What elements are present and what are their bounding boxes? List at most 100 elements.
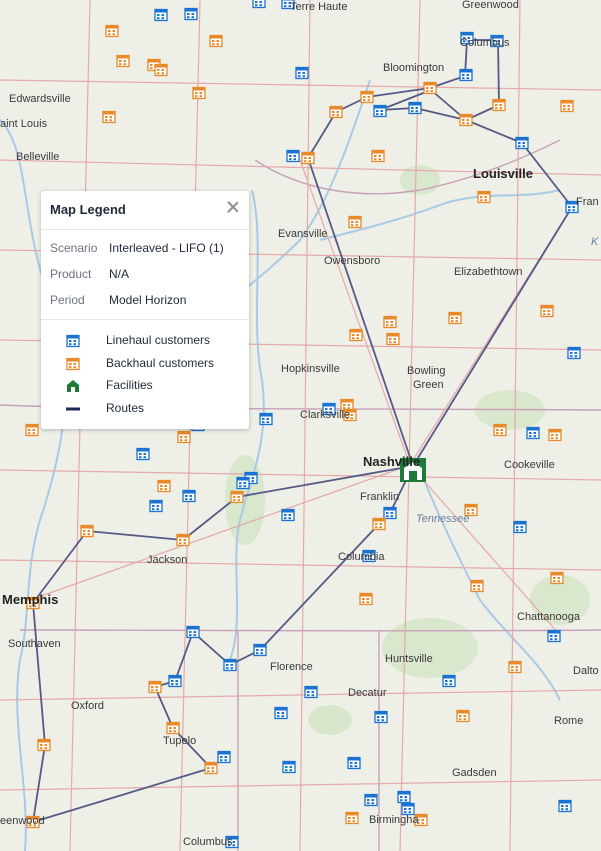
city-label: Florence (270, 661, 313, 673)
backhaul-customer-marker (493, 423, 507, 437)
legend-title: Map Legend (50, 202, 126, 217)
backhaul-customer-marker (359, 592, 373, 606)
city-label: Green (413, 379, 444, 391)
legend-product-row: Product N/A (50, 267, 129, 281)
backhaul-customer-marker (540, 304, 554, 318)
linehaul-customer-marker (515, 136, 529, 150)
legend-item-label: Linehaul customers (106, 333, 211, 347)
linehaul-customer-marker (383, 506, 397, 520)
linehaul-customer-marker (547, 629, 561, 643)
backhaul-customer-icon (66, 357, 80, 371)
backhaul-customer-marker (102, 110, 116, 124)
city-label: Terre Haute (290, 1, 347, 13)
backhaul-customer-marker (176, 533, 190, 547)
backhaul-customer-marker (204, 761, 218, 775)
backhaul-customer-marker (360, 90, 374, 104)
city-label: Huntsville (385, 653, 433, 665)
backhaul-customer-marker (166, 721, 180, 735)
linehaul-customer-marker (304, 685, 318, 699)
city-label: Clarksville (300, 409, 350, 421)
backhaul-customer-marker (550, 571, 564, 585)
linehaul-customer-marker (513, 520, 527, 534)
backhaul-customer-marker (383, 315, 397, 329)
linehaul-customer-marker (223, 658, 237, 672)
backhaul-customer-marker (157, 479, 171, 493)
linehaul-customer-marker (186, 625, 200, 639)
backhaul-customer-marker (148, 680, 162, 694)
city-label: Columbia (338, 551, 385, 563)
close-icon[interactable] (225, 199, 241, 215)
city-label: Elizabethtown (454, 266, 523, 278)
linehaul-customer-icon (66, 334, 80, 348)
linehaul-customer-marker (286, 149, 300, 163)
backhaul-customer-marker (508, 660, 522, 674)
linehaul-customer-marker (558, 799, 572, 813)
linehaul-customer-marker (281, 508, 295, 522)
city-label: Bowling (407, 365, 446, 377)
backhaul-customer-marker (301, 151, 315, 165)
backhaul-customer-marker (80, 524, 94, 538)
city-label: Chattanooga (517, 611, 581, 623)
city-label: Bloomington (383, 62, 444, 74)
linehaul-customer-marker (401, 802, 415, 816)
city-label: Nashville (363, 454, 420, 469)
city-label: Southaven (8, 638, 61, 650)
city-label: Cookeville (504, 459, 555, 471)
linehaul-customer-marker (236, 476, 250, 490)
backhaul-customer-marker (459, 113, 473, 127)
linehaul-customer-marker (442, 674, 456, 688)
city-label: Dalto (573, 665, 599, 677)
period-value: Model Horizon (109, 293, 187, 307)
product-label: Product (50, 267, 92, 281)
city-label: aint Louis (0, 118, 48, 130)
city-label: Rome (554, 715, 583, 727)
linehaul-customer-marker (149, 499, 163, 513)
city-label: Columbus (183, 836, 233, 848)
backhaul-customer-marker (192, 86, 206, 100)
city-label: Fran (576, 196, 599, 208)
backhaul-customer-marker (329, 105, 343, 119)
legend-divider (41, 319, 249, 320)
state-label: K (591, 236, 599, 248)
backhaul-customer-marker (371, 149, 385, 163)
linehaul-customer-marker (526, 426, 540, 440)
legend-period-row: Period Model Horizon (50, 293, 186, 307)
backhaul-customer-marker (470, 579, 484, 593)
city-label: Edwardsville (9, 93, 71, 105)
linehaul-customer-marker (253, 643, 267, 657)
scenario-label: Scenario (50, 241, 98, 255)
backhaul-customer-marker (230, 490, 244, 504)
linehaul-customer-marker (136, 447, 150, 461)
linehaul-customer-marker (347, 756, 361, 770)
city-label: Birmingha (369, 814, 419, 826)
backhaul-customer-marker (372, 517, 386, 531)
city-label: Decatur (348, 687, 387, 699)
backhaul-customer-marker (348, 215, 362, 229)
linehaul-customer-marker (567, 346, 581, 360)
linehaul-customer-marker (364, 793, 378, 807)
linehaul-customer-marker (295, 66, 309, 80)
route-line-icon (66, 407, 80, 411)
city-label: Franklin (360, 491, 399, 503)
backhaul-customer-marker (177, 430, 191, 444)
linehaul-customer-marker (184, 7, 198, 21)
city-label: Owensboro (324, 255, 380, 267)
backhaul-customer-marker (105, 24, 119, 38)
scenario-value: Interleaved - LIFO (1) (109, 241, 224, 255)
backhaul-customer-marker (560, 99, 574, 113)
legend-scenario-row: Scenario Interleaved - LIFO (1) (50, 241, 224, 255)
linehaul-customer-marker (282, 760, 296, 774)
city-label: Evansville (278, 228, 328, 240)
linehaul-customer-marker (274, 706, 288, 720)
legend-item-label: Routes (106, 401, 145, 415)
city-label: Greenwood (462, 0, 519, 11)
city-label: Hopkinsville (281, 363, 340, 375)
linehaul-customer-marker (154, 8, 168, 22)
linehaul-customer-marker (459, 68, 473, 82)
city-label: Oxford (71, 700, 104, 712)
city-label: Gadsden (452, 767, 497, 779)
period-label: Period (50, 293, 85, 307)
linehaul-customer-marker (408, 101, 422, 115)
city-label: Louisville (473, 166, 533, 181)
city-label: Tupelo (163, 735, 196, 747)
